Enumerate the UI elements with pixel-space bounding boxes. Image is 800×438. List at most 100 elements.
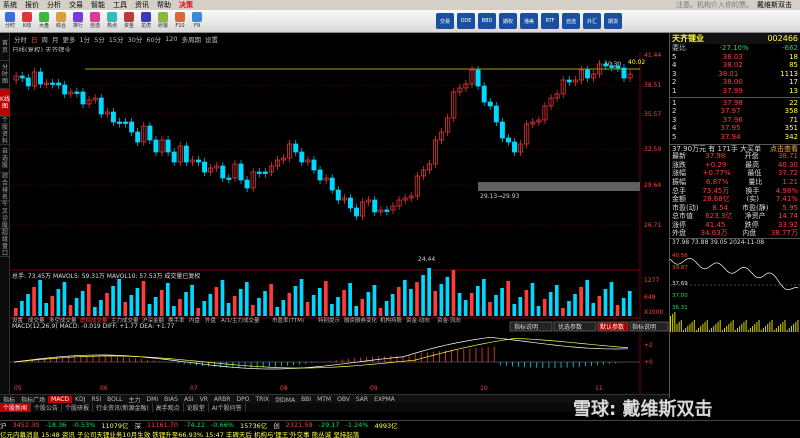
toolbar-right-button[interactable]: 自选: [562, 13, 580, 29]
candle-body: [256, 171, 262, 174]
leftnav-item[interactable]: 分时图: [0, 61, 10, 89]
indicator-tab[interactable]: ARBR: [211, 396, 234, 403]
leftnav-item[interactable]: 牛叉诊股: [0, 201, 10, 229]
toolbar-button[interactable]: 研报: [155, 12, 171, 30]
toolbar-button[interactable]: F10: [172, 12, 188, 30]
mini-vol-bar: [778, 325, 779, 332]
volume-bar: [214, 287, 219, 316]
period-tab-selected[interactable]: 日: [31, 34, 38, 44]
menu-item[interactable]: 系统: [3, 0, 17, 10]
macd-button[interactable]: 指标说明: [632, 323, 656, 331]
brand-label[interactable]: 决策: [179, 0, 193, 10]
macd-button[interactable]: 指标说明: [514, 323, 538, 331]
indicator-tab[interactable]: RSI: [88, 396, 104, 403]
indicator-tab[interactable]: EXPMA: [371, 396, 398, 403]
price-tick: 26.71: [644, 222, 661, 229]
period-tab[interactable]: 15分: [109, 34, 124, 44]
bottom-tab[interactable]: 个股公告: [31, 403, 63, 412]
leftnav-item[interactable]: 个股资料: [0, 117, 10, 145]
bottom-tab-selected[interactable]: 个股新闻: [0, 403, 32, 412]
leftnav-item[interactable]: 首页: [0, 33, 10, 61]
vol-tab[interactable]: A/1/主力成交量: [221, 316, 260, 324]
candle-body: [354, 207, 359, 217]
period-tab[interactable]: 30分: [128, 34, 143, 44]
leftnav-item[interactable]: 自选股: [0, 145, 10, 173]
toolbar-right-button[interactable]: 外汇: [583, 13, 601, 29]
period-tab[interactable]: 5分: [94, 34, 105, 44]
vol-tab[interactable]: 资金·流向: [437, 316, 461, 324]
indicator-tab[interactable]: MTM: [314, 396, 334, 403]
menu-item[interactable]: 智能: [91, 0, 105, 10]
indicator-tab[interactable]: SAR: [353, 396, 371, 403]
macd-button[interactable]: 优选参数: [558, 323, 582, 331]
mini-intraday-chart[interactable]: 40.56 39.87 37.69 37.00 36.31: [669, 246, 800, 332]
big-order-link[interactable]: 点击查看: [770, 145, 798, 153]
indicator-tab[interactable]: TRIX: [252, 396, 272, 403]
indicator-tab[interactable]: BIAS: [161, 396, 181, 403]
toolbar-button[interactable]: K线: [19, 12, 35, 30]
bottom-tab[interactable]: 高手观点: [153, 403, 184, 412]
menu-item[interactable]: 帮助: [157, 0, 171, 10]
toolbar-right-button[interactable]: BBD: [478, 13, 496, 29]
vol-tab[interactable]: 融资融券变化: [344, 316, 378, 324]
period-tab[interactable]: 周: [42, 34, 49, 44]
period-tab[interactable]: 更多: [63, 34, 76, 44]
bottom-tab[interactable]: 行业资讯(新源金融): [93, 403, 153, 412]
menu-item[interactable]: 交易: [69, 0, 83, 10]
toolbar-button[interactable]: 自选: [87, 12, 103, 30]
candle-body: [506, 137, 511, 143]
period-tab[interactable]: 60分: [146, 34, 161, 44]
indicator-tab[interactable]: OBV: [334, 396, 353, 403]
toolbar-button[interactable]: 热点: [104, 12, 120, 30]
indicator-tab[interactable]: DMI: [144, 396, 162, 403]
period-tab[interactable]: 1分: [80, 34, 91, 44]
bottom-tab[interactable]: 论股堂: [184, 403, 209, 412]
toolbar-right-button[interactable]: DDE: [457, 13, 475, 29]
bottom-tab[interactable]: 个股研报: [62, 403, 94, 412]
volume-bar: [220, 280, 225, 316]
menu-item[interactable]: 报价: [25, 0, 39, 10]
leftnav-item[interactable]: 综合排名: [0, 173, 10, 201]
toolbar-right-button[interactable]: 交易: [436, 13, 454, 29]
indicator-tab[interactable]: BOLL: [104, 396, 125, 403]
toolbar-button[interactable]: 大盘: [36, 12, 52, 30]
toolbar-button[interactable]: 综合: [53, 12, 69, 30]
vol-tab[interactable]: 特别提示: [318, 316, 341, 324]
macd-button[interactable]: 默认参数: [600, 323, 624, 331]
toolbar-right-button[interactable]: 期货: [604, 13, 622, 29]
vol-tab[interactable]: 资金·动向: [406, 316, 430, 324]
kline-chart[interactable]: 29.13→29.93 24.44 40.30 40.02 41.44 38.5…: [10, 52, 669, 394]
toolbar-button[interactable]: 资金: [121, 12, 137, 30]
indicator-tab[interactable]: BBI: [298, 396, 314, 403]
indicator-tab[interactable]: KDJ: [72, 396, 88, 403]
toolbar-button[interactable]: 分时: [2, 12, 18, 30]
menu-item[interactable]: 工具: [113, 0, 127, 10]
period-tab[interactable]: 分时: [14, 34, 27, 44]
period-tab[interactable]: 设置: [205, 34, 218, 44]
vol-tab[interactable]: 市盈率(TTM): [272, 316, 304, 324]
indicator-tab[interactable]: ASI: [181, 396, 197, 403]
leftnav-item-active[interactable]: K线图: [0, 89, 10, 117]
vol-tab[interactable]: 外盘: [205, 316, 217, 324]
bottom-tab[interactable]: AI个股问答: [209, 403, 246, 412]
toolbar-button[interactable]: 龙虎: [138, 12, 154, 30]
period-tab[interactable]: 多周期: [182, 34, 202, 44]
indicator-tab[interactable]: DPO: [233, 396, 252, 403]
menu-item[interactable]: 分析: [47, 0, 61, 10]
toolbar-right-button[interactable]: 期权: [499, 13, 517, 29]
menu-item[interactable]: 资讯: [135, 0, 149, 10]
indicator-tab-selected[interactable]: MACD: [48, 395, 73, 403]
candle-body: [74, 91, 80, 94]
toolbar-button[interactable]: 排行: [70, 12, 86, 30]
toolbar-button[interactable]: F9: [189, 12, 205, 30]
indicator-tab[interactable]: VR: [197, 396, 211, 403]
vol-tab[interactable]: 机构持股: [380, 316, 403, 324]
ticker-value: 11161.70: [147, 421, 179, 429]
leftnav-item[interactable]: 超级盘口: [0, 229, 10, 257]
toolbar-right-button[interactable]: 港美: [520, 13, 538, 29]
toolbar-right-button[interactable]: RTF: [541, 13, 559, 29]
period-tab[interactable]: 月: [52, 34, 59, 44]
buy-order-row-cell: 37.98: [722, 98, 743, 107]
period-tab[interactable]: 120: [165, 35, 177, 43]
vol-tab[interactable]: 内盘: [189, 316, 201, 324]
